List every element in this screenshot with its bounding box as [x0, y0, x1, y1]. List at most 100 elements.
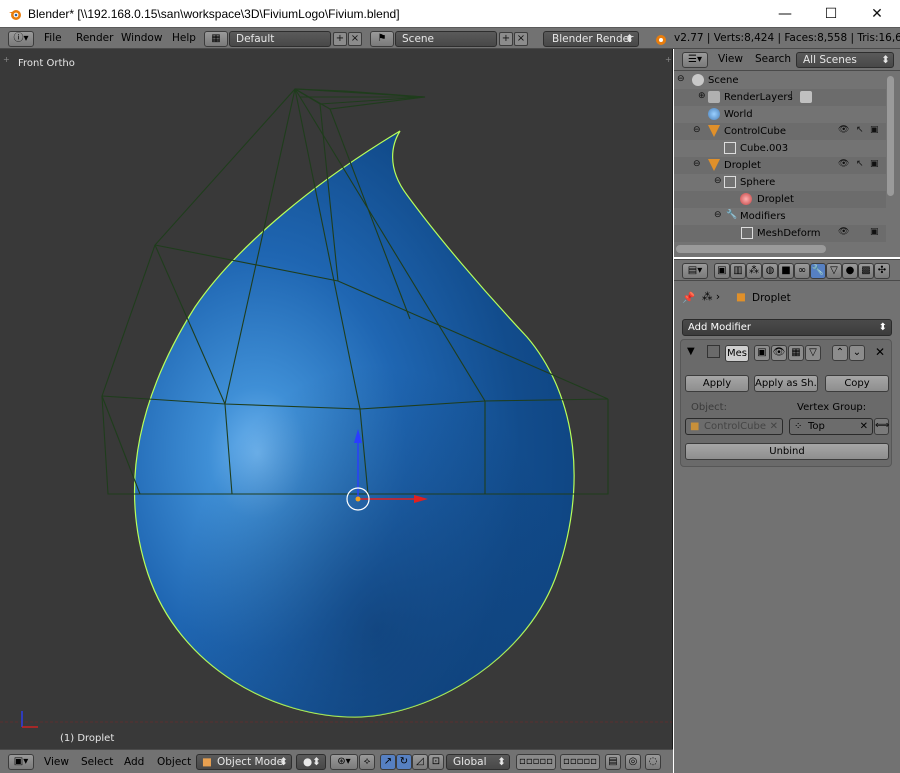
manipulator-toggle-icon[interactable]: ⟡: [359, 754, 375, 770]
object-field[interactable]: ■ ControlCube ✕: [685, 418, 783, 435]
collapse-toggle-icon[interactable]: ⊖: [714, 210, 722, 220]
remove-modifier-icon[interactable]: ✕: [875, 345, 885, 359]
outliner-label[interactable]: Scene: [708, 75, 739, 86]
menu-render[interactable]: Render: [76, 32, 113, 44]
scene-tab-icon[interactable]: ⁂: [746, 263, 762, 279]
minimize-button[interactable]: —: [762, 0, 808, 27]
render-camera-icon[interactable]: ▣: [870, 159, 879, 169]
add-scene-button[interactable]: +: [499, 32, 513, 46]
outliner-tree[interactable]: ⊖ Scene ⊕ RenderLayers | World ⊖ Control…: [674, 71, 900, 257]
collapse-toggle-icon[interactable]: ⊖: [693, 159, 701, 169]
move-down-icon[interactable]: ⌄: [849, 345, 865, 361]
visibility-eye-icon[interactable]: 👁: [838, 125, 849, 135]
scene-selector-icon[interactable]: ⚑: [370, 31, 394, 47]
remove-layout-button[interactable]: ×: [348, 32, 362, 46]
modifier-viewport-toggle-icon[interactable]: 👁: [771, 345, 787, 361]
outliner-label[interactable]: RenderLayers: [724, 92, 793, 103]
render-camera-icon[interactable]: ▣: [870, 227, 879, 237]
pivot-select-icon[interactable]: ⊛▾: [330, 754, 358, 770]
translate-manip-icon[interactable]: ↗: [380, 754, 396, 770]
menu-select[interactable]: Select: [81, 756, 113, 768]
proportional-edit-icon[interactable]: ◌: [645, 754, 661, 770]
unbind-button[interactable]: Unbind: [685, 443, 889, 460]
layers-grid-2-icon[interactable]: ▫▫▫▫▫: [560, 754, 600, 770]
menu-file[interactable]: File: [44, 32, 62, 44]
select-arrow-icon[interactable]: ↖: [856, 159, 864, 169]
outliner-row-meshdeform[interactable]: MeshDeform 👁 ▣: [674, 225, 886, 242]
clear-field-icon[interactable]: ✕: [860, 419, 868, 434]
render-camera-icon[interactable]: ▣: [870, 125, 879, 135]
maximize-button[interactable]: ☐: [808, 0, 854, 27]
add-modifier-dropdown[interactable]: Add Modifier ⬍: [682, 319, 892, 336]
corner-widget-topleft-icon[interactable]: +: [3, 55, 10, 64]
outliner-display-select[interactable]: All Scenes ⬍: [796, 52, 894, 68]
menu-view[interactable]: View: [44, 756, 69, 768]
viewport-canvas[interactable]: + +: [0, 49, 673, 749]
editor-type-info-icon[interactable]: ⓘ▾: [8, 31, 34, 47]
outliner-row-controlcube[interactable]: ⊖ ControlCube 👁 ↖ ▣: [674, 123, 886, 140]
select-arrow-icon[interactable]: ↖: [856, 125, 864, 135]
modifier-name-field[interactable]: Mes: [725, 345, 749, 362]
outliner-menu-view[interactable]: View: [718, 53, 743, 65]
rotate-manip-icon[interactable]: ↻: [396, 754, 412, 770]
menu-help[interactable]: Help: [172, 32, 196, 44]
menu-window[interactable]: Window: [121, 32, 162, 44]
outliner-label[interactable]: MeshDeform: [757, 228, 821, 239]
shading-select[interactable]: ●⬍: [296, 754, 326, 770]
outliner-row-material[interactable]: Droplet: [674, 191, 886, 208]
outliner-row-world[interactable]: World: [674, 106, 886, 123]
outliner-label[interactable]: Modifiers: [740, 211, 786, 222]
manip-extra-icon[interactable]: ⊡: [428, 754, 444, 770]
outliner-label[interactable]: Droplet: [724, 160, 761, 171]
outliner-horizontal-scrollbar[interactable]: [676, 245, 826, 253]
modifier-cage-toggle-icon[interactable]: ▽: [805, 345, 821, 361]
pin-icon[interactable]: 📌: [682, 291, 695, 304]
render-preview-icon[interactable]: ▤: [605, 754, 621, 770]
editor-type-3dview-icon[interactable]: ▣▾: [8, 754, 34, 770]
outliner-row-renderlayers[interactable]: ⊕ RenderLayers |: [674, 89, 886, 106]
scale-manip-icon[interactable]: ◿: [412, 754, 428, 770]
panel-collapse-icon[interactable]: ▼: [687, 346, 695, 357]
data-tab-icon[interactable]: ▽: [826, 263, 842, 279]
particles-tab-icon[interactable]: ✣: [874, 263, 890, 279]
add-layout-button[interactable]: +: [333, 32, 347, 46]
vertex-group-field[interactable]: ⁘ Top ✕: [789, 418, 873, 435]
modifier-render-toggle-icon[interactable]: ▣: [754, 345, 770, 361]
clear-field-icon[interactable]: ✕: [770, 419, 778, 434]
outliner-menu-search[interactable]: Search: [755, 53, 791, 65]
layers-grid-1-icon[interactable]: ▫▫▫▫▫: [516, 754, 556, 770]
invert-vertex-group-icon[interactable]: ⟺: [874, 418, 889, 435]
mode-select[interactable]: ■ Object Mode ⬍: [196, 754, 292, 770]
apply-button[interactable]: Apply: [685, 375, 749, 392]
visibility-eye-icon[interactable]: 👁: [838, 227, 849, 237]
editor-type-properties-icon[interactable]: ▤▾: [682, 263, 708, 279]
copy-button[interactable]: Copy: [825, 375, 889, 392]
close-button[interactable]: ✕: [854, 0, 900, 27]
menu-add[interactable]: Add: [124, 756, 144, 768]
screen-layout-icon[interactable]: ▦: [204, 31, 228, 47]
3d-viewport[interactable]: + + Front Ortho (1) Droplet: [0, 49, 673, 749]
move-up-icon[interactable]: ⌃: [832, 345, 848, 361]
outliner-row-modifiers[interactable]: ⊖ 🔧 Modifiers: [674, 208, 886, 225]
collapse-toggle-icon[interactable]: ⊖: [693, 125, 701, 135]
expand-toggle-icon[interactable]: ⊕: [698, 91, 706, 101]
render-engine-select[interactable]: Blender Render ⬍: [543, 31, 639, 47]
editor-type-outliner-icon[interactable]: ☰▾: [682, 52, 708, 68]
remove-scene-button[interactable]: ×: [514, 32, 528, 46]
snap-icon[interactable]: ◎: [625, 754, 641, 770]
outliner-row-droplet[interactable]: ⊖ Droplet 👁 ↖ ▣: [674, 157, 886, 174]
outliner-label[interactable]: Cube.003: [740, 143, 788, 154]
constraints-tab-icon[interactable]: ∞: [794, 263, 810, 279]
outliner-row-scene[interactable]: ⊖ Scene: [674, 72, 886, 89]
scene-field[interactable]: Scene: [395, 31, 497, 47]
collapse-toggle-icon[interactable]: ⊖: [677, 74, 685, 84]
modifiers-tab-icon[interactable]: 🔧: [810, 263, 826, 279]
outliner-vertical-scrollbar[interactable]: [887, 76, 894, 196]
outliner-row-cube003[interactable]: Cube.003: [674, 140, 886, 157]
layout-field[interactable]: Default: [229, 31, 331, 47]
world-tab-icon[interactable]: ◍: [762, 263, 778, 279]
outliner-label[interactable]: ControlCube: [724, 126, 786, 137]
texture-tab-icon[interactable]: ▩: [858, 263, 874, 279]
material-tab-icon[interactable]: ●: [842, 263, 858, 279]
collapse-toggle-icon[interactable]: ⊖: [714, 176, 722, 186]
